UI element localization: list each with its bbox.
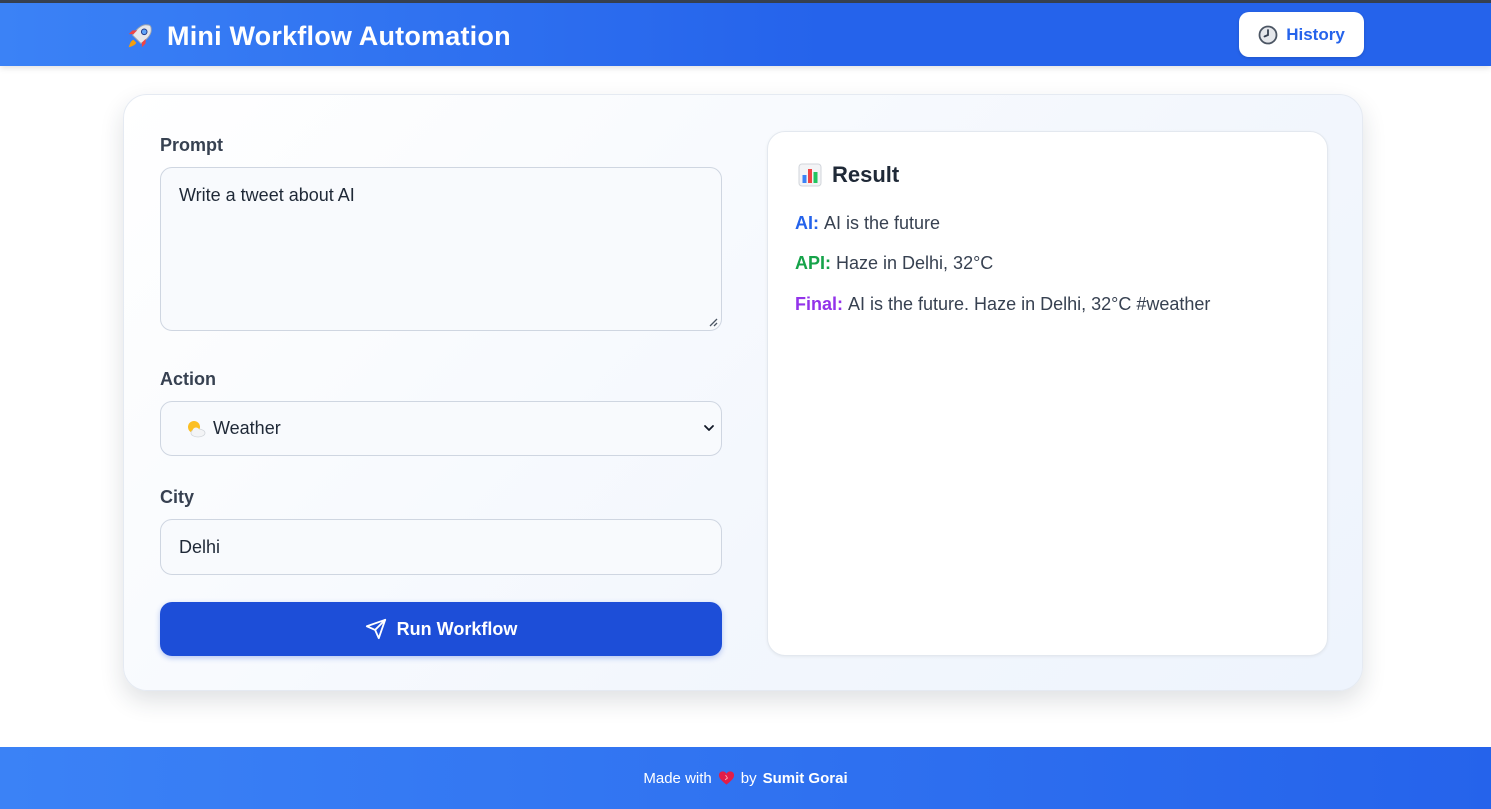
history-button[interactable]: History [1239,12,1364,57]
run-workflow-button[interactable]: Run Workflow [160,602,722,656]
result-title: Result [832,162,900,187]
city-label: City [160,487,195,507]
resize-handle-icon[interactable] [708,317,718,327]
workflow-card: Prompt Write a tweet about AI Action Wea… [123,94,1363,691]
prompt-value: Write a tweet about AI [179,185,355,205]
action-label: Action [160,369,216,389]
result-line-api: API: Haze in Delhi, 32°C [795,253,993,274]
city-input[interactable]: Delhi [160,519,722,575]
rocket-icon [128,24,152,48]
footer-author: Sumit Gorai [762,769,848,787]
result-tag-final: Final: [795,294,843,314]
result-text-api: Haze in Delhi, 32°C [836,253,994,273]
app-brand: Mini Workflow Automation [125,20,511,52]
result-heading: Result [798,162,899,188]
app-header: Mini Workflow Automation History [0,3,1491,66]
result-text-ai: AI is the future [824,213,941,233]
result-line-final: Final: AI is the future. Haze in Delhi, 3… [795,294,1210,315]
result-tag-ai: AI: [795,213,819,233]
chevron-down-icon [704,425,714,431]
heart-icon [718,771,734,785]
action-select[interactable]: Weather [160,401,722,456]
sun-behind-cloud-icon [188,420,206,437]
result-tag-api: API: [795,253,831,273]
result-text-final: AI is the future. Haze in Delhi, 32°C #w… [848,294,1211,314]
send-icon [365,618,386,640]
prompt-label: Prompt [160,135,223,155]
city-value: Delhi [179,536,221,557]
footer-made-with: Made with [643,769,712,787]
run-workflow-label: Run Workflow [396,618,518,639]
clock-icon [1258,25,1278,44]
app-footer: Made with by Sumit Gorai [0,747,1491,809]
result-line-ai: AI: AI is the future [795,213,940,234]
footer-by: by [740,769,757,787]
app-title: Mini Workflow Automation [167,20,511,51]
bar-chart-icon [798,163,822,187]
prompt-textarea[interactable]: Write a tweet about AI [160,167,722,331]
history-label: History [1286,24,1345,44]
result-panel: Result AI: AI is the future API: Haze in D… [767,131,1328,656]
action-selected-value: Weather [213,418,281,438]
